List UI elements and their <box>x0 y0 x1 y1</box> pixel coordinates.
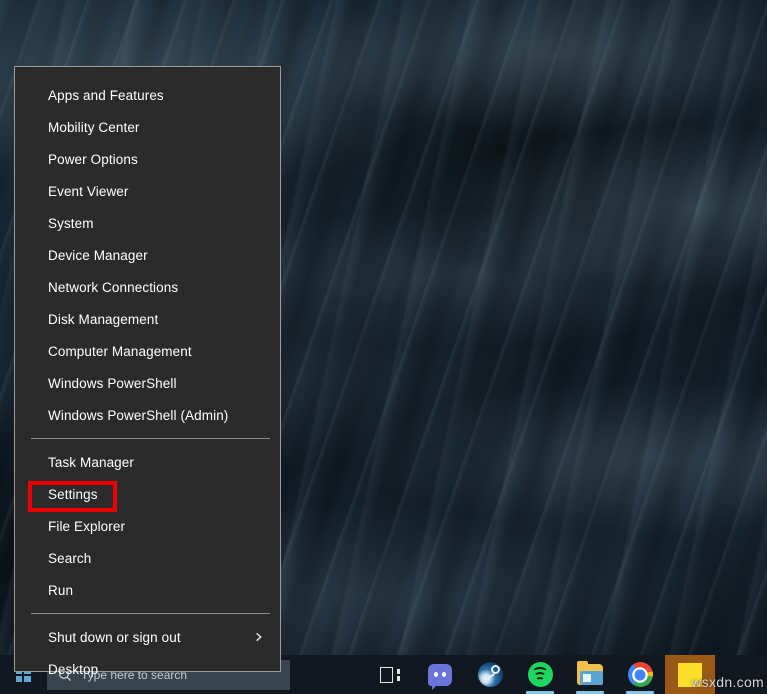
menu-item-power-options[interactable]: Power Options <box>15 143 280 175</box>
file-explorer-button[interactable] <box>565 655 615 694</box>
menu-item-device-manager[interactable]: Device Manager <box>15 239 280 271</box>
menu-item-system[interactable]: System <box>15 207 280 239</box>
taskbar-app-buttons <box>365 655 715 694</box>
menu-item-disk-management[interactable]: Disk Management <box>15 303 280 335</box>
menu-item-label: Shut down or sign out <box>48 629 181 645</box>
steam-button[interactable] <box>465 655 515 694</box>
menu-item-label: Windows PowerShell <box>48 375 177 391</box>
menu-item-windows-powershell[interactable]: Windows PowerShell <box>15 367 280 399</box>
chrome-button[interactable] <box>615 655 665 694</box>
menu-item-label: Disk Management <box>48 311 159 327</box>
chevron-right-icon <box>253 632 264 643</box>
menu-item-search[interactable]: Search <box>15 542 280 574</box>
watermark-text: wsxdn.com <box>691 674 764 690</box>
chrome-icon <box>627 662 653 687</box>
spotify-button[interactable] <box>515 655 565 694</box>
menu-item-desktop[interactable]: Desktop <box>15 653 280 685</box>
menu-item-label: Device Manager <box>48 247 148 263</box>
discord-button[interactable] <box>415 655 465 694</box>
menu-item-label: Apps and Features <box>48 87 164 103</box>
menu-item-label: Settings <box>48 486 98 502</box>
task-view-icon <box>380 666 400 683</box>
desktop-screen: Apps and Features Mobility Center Power … <box>0 0 767 694</box>
menu-item-mobility-center[interactable]: Mobility Center <box>15 111 280 143</box>
menu-item-label: Power Options <box>48 151 138 167</box>
menu-item-task-manager[interactable]: Task Manager <box>15 446 280 478</box>
menu-item-apps-and-features[interactable]: Apps and Features <box>15 79 280 111</box>
menu-item-windows-powershell-admin[interactable]: Windows PowerShell (Admin) <box>15 399 280 431</box>
folder-icon <box>577 661 603 685</box>
menu-item-event-viewer[interactable]: Event Viewer <box>15 175 280 207</box>
menu-item-shut-down-or-sign-out[interactable]: Shut down or sign out <box>15 621 280 653</box>
menu-item-file-explorer[interactable]: File Explorer <box>15 510 280 542</box>
menu-item-label: Network Connections <box>48 279 179 295</box>
menu-item-label: Desktop <box>48 661 99 677</box>
menu-item-network-connections[interactable]: Network Connections <box>15 271 280 303</box>
steam-icon <box>477 662 503 687</box>
menu-item-label: System <box>48 215 94 231</box>
spotify-icon <box>527 662 553 687</box>
menu-item-label: Computer Management <box>48 343 192 359</box>
winx-power-user-menu: Apps and Features Mobility Center Power … <box>14 66 281 677</box>
menu-item-label: Event Viewer <box>48 183 129 199</box>
menu-item-run[interactable]: Run <box>15 574 280 606</box>
menu-separator-1 <box>31 438 270 439</box>
menu-item-label: File Explorer <box>48 518 126 534</box>
menu-item-computer-management[interactable]: Computer Management <box>15 335 280 367</box>
menu-item-label: Run <box>48 582 74 598</box>
menu-item-settings[interactable]: Settings <box>15 478 280 512</box>
menu-item-label: Task Manager <box>48 454 134 470</box>
menu-item-label: Search <box>48 550 92 566</box>
menu-item-label: Windows PowerShell (Admin) <box>48 407 229 423</box>
menu-separator-2 <box>31 613 270 614</box>
menu-item-label: Mobility Center <box>48 119 140 135</box>
discord-icon <box>428 663 452 690</box>
task-view-button[interactable] <box>365 655 415 694</box>
